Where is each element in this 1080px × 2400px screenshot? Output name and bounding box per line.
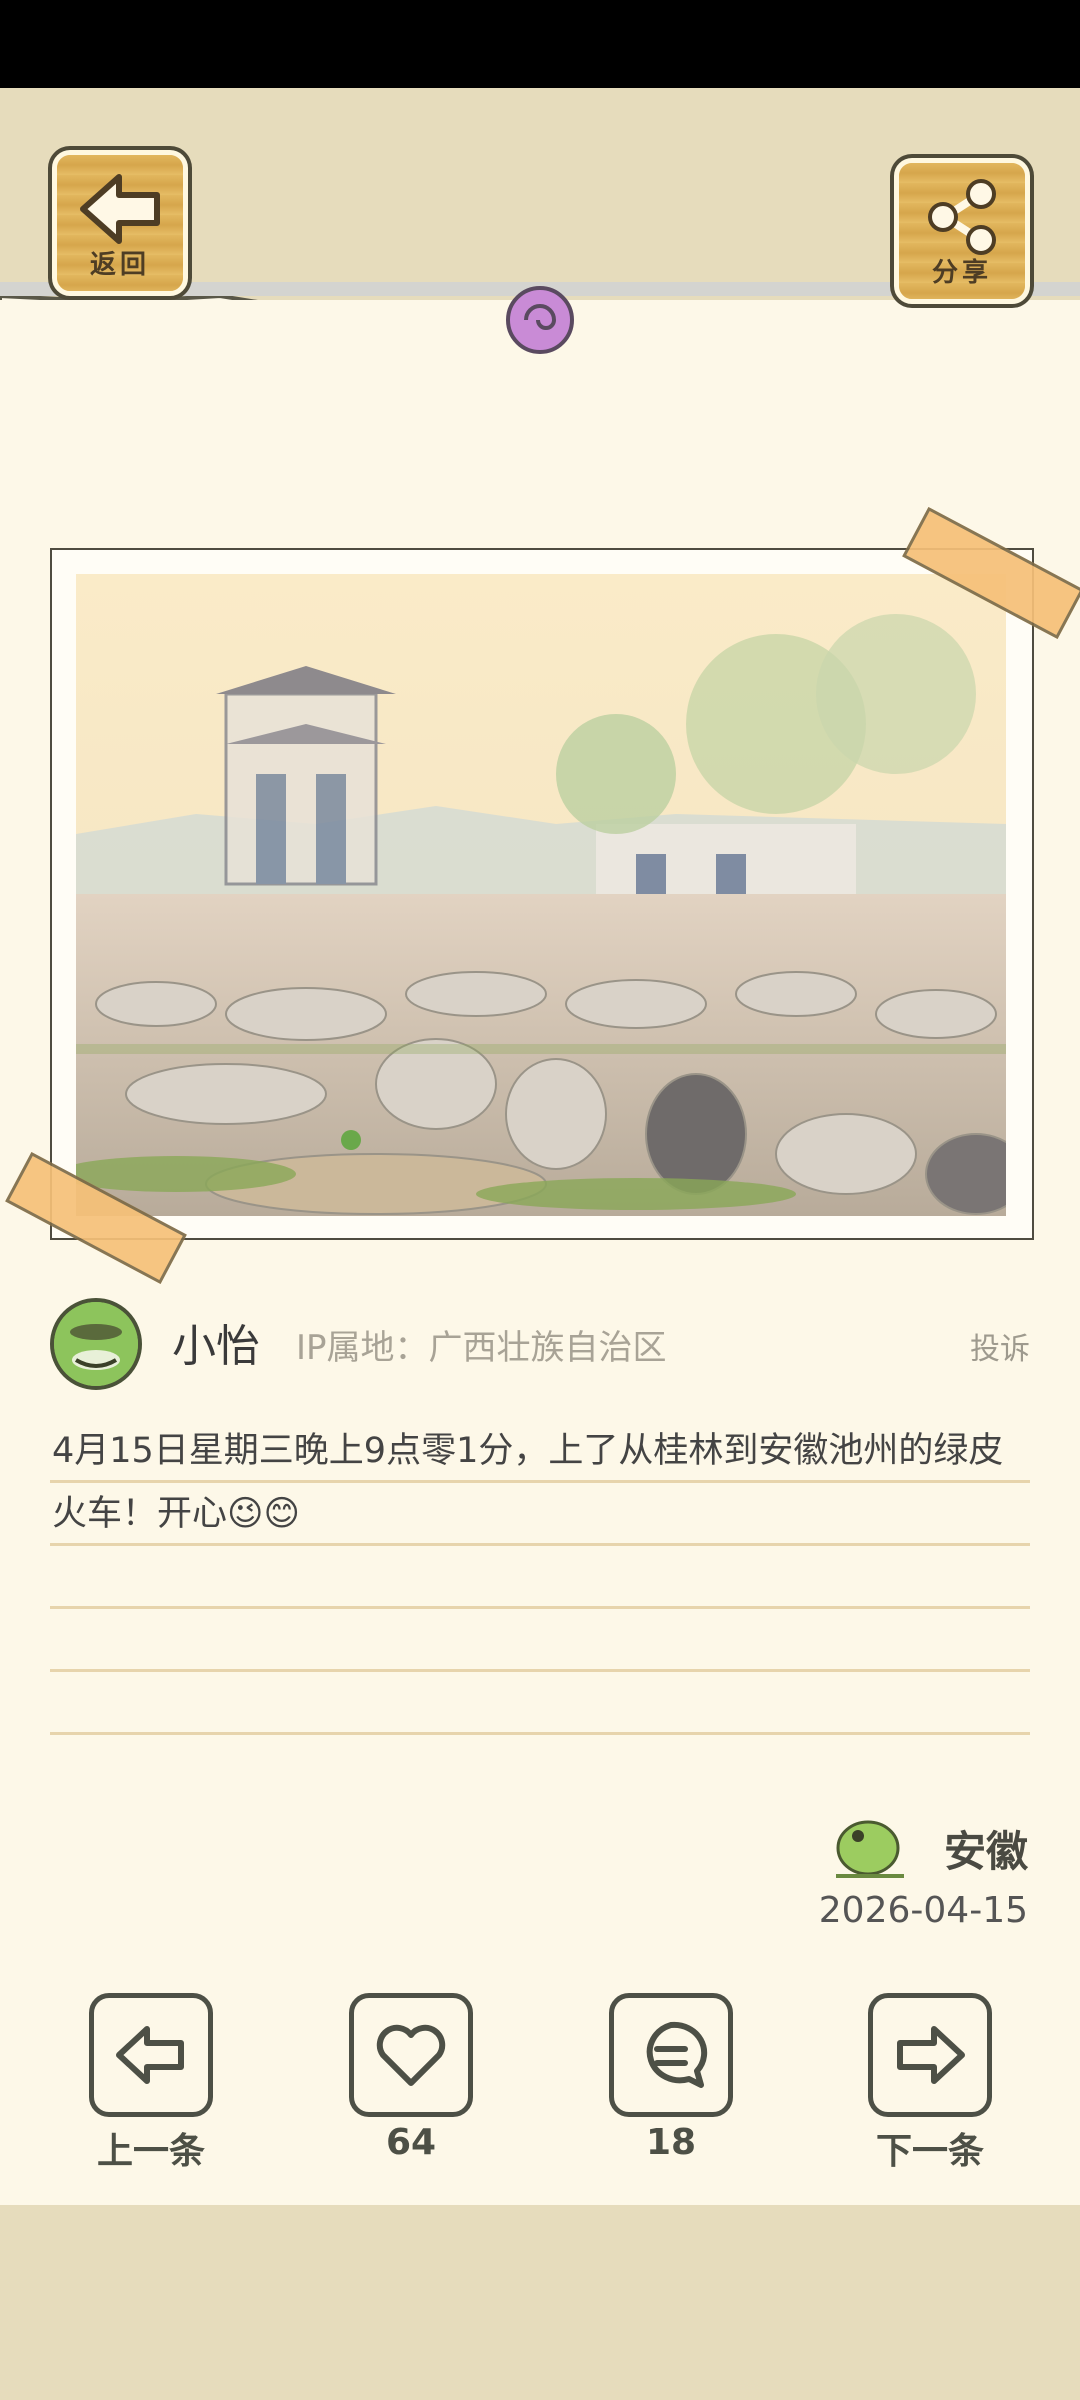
photo-frame [50,548,1034,1240]
frog-figure [341,1130,361,1150]
arrow-right-icon [897,2026,965,2084]
ruled-line [50,1606,1030,1609]
arrow-left-icon [116,2026,184,2084]
comment-count: 18 [645,2122,697,2163]
back-button[interactable]: 返回 [52,150,188,296]
user-name[interactable]: 小怡 [172,1310,260,1374]
comment-button[interactable] [609,1993,733,2117]
ip-location: IP属地：广西壮族自治区 [296,1328,667,1368]
heart-icon [376,2024,446,2086]
comment-icon [646,2021,708,2088]
frog-location-icon [836,1820,904,1878]
ruled-line [50,1669,1030,1672]
snail-icon [506,286,574,354]
share-button[interactable]: 分享 [894,158,1030,304]
like-count: 64 [385,2122,437,2163]
frog-avatar-icon [54,1302,138,1386]
bottom-band [0,2205,1080,2400]
post-date: 2026-04-15 [818,1890,1028,1931]
status-bar [0,0,1080,88]
location-name: 安徽 [943,1827,1028,1876]
landscape-illustration [76,574,1006,1216]
share-label: 分享 [931,258,992,288]
ruled-line [50,1732,1030,1735]
share-icon [928,179,996,255]
next-post-button[interactable] [868,1993,992,2117]
arrow-left-icon [80,174,160,244]
next-post-label: 下一条 [875,2131,984,2172]
like-button[interactable] [349,1993,473,2117]
post-text: 4月15日星期三晚上9点零1分，上了从桂林到安徽池州的绿皮火车！开心😉😊 [52,1431,1004,1534]
post-content-area: 4月15日星期三晚上9点零1分，上了从桂林到安徽池州的绿皮火车！开心😉😊 [50,1416,1030,1746]
prev-post-button[interactable] [89,1993,213,2117]
back-label: 返回 [89,250,150,280]
post-photo[interactable] [76,574,1006,1216]
report-button[interactable]: 投诉 [970,1324,1030,1368]
avatar[interactable] [50,1298,142,1390]
post-author-row: 小怡 IP属地：广西壮族自治区 投诉 [50,1298,1030,1390]
prev-post-label: 上一条 [96,2131,205,2172]
location-tag: 安徽 [828,1810,1028,1880]
